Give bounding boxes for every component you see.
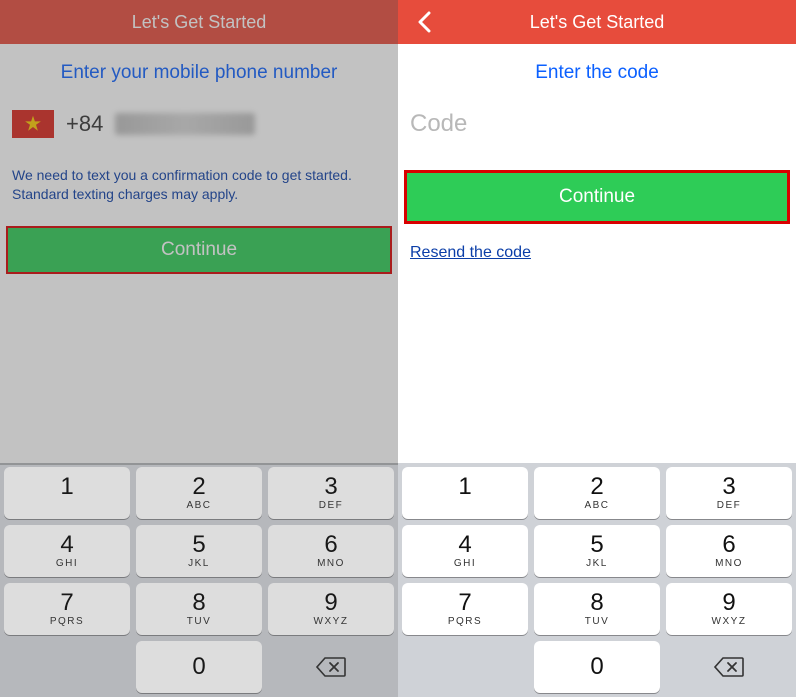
numeric-keypad: 1 2ABC3DEF 4GHI5JKL6MNO 7PQRS8TUV9WXYZ0 [398,463,796,697]
phone-entry-screen: Let's Get Started Enter your mobile phon… [0,0,398,697]
code-input[interactable]: Code [410,106,784,142]
content: Enter the code Code Continue Resend the … [398,44,796,697]
phone-number-redacted [115,113,255,135]
continue-button[interactable]: Continue [6,226,392,274]
prompt-text: Enter the code [398,44,796,106]
backspace-icon [316,656,346,678]
prompt-text: Enter your mobile phone number [0,44,398,106]
phone-input-row[interactable]: +84 [0,106,398,144]
header: Let's Get Started [398,0,796,44]
keypad-key-2[interactable]: 2ABC [534,467,660,519]
keypad-blank [4,641,130,693]
keypad-key-7[interactable]: 7PQRS [402,583,528,635]
star-icon [24,115,42,133]
keypad-blank [402,641,528,693]
header-title: Let's Get Started [530,12,665,33]
keypad-backspace[interactable] [268,641,394,693]
helper-text: We need to text you a confirmation code … [0,144,398,216]
keypad-key-1[interactable]: 1 [402,467,528,519]
keypad-backspace[interactable] [666,641,792,693]
header-title: Let's Get Started [132,12,267,33]
keypad-key-6[interactable]: 6MNO [268,525,394,577]
content: Enter your mobile phone number +84 We ne… [0,44,398,697]
country-flag-vietnam[interactable] [12,110,54,138]
keypad-key-7[interactable]: 7PQRS [4,583,130,635]
keypad-key-3[interactable]: 3DEF [268,467,394,519]
code-entry-screen: Let's Get Started Enter the code Code Co… [398,0,796,697]
keypad-key-4[interactable]: 4GHI [4,525,130,577]
keypad-key-3[interactable]: 3DEF [666,467,792,519]
keypad-key-5[interactable]: 5JKL [136,525,262,577]
backspace-icon [714,656,744,678]
keypad-key-8[interactable]: 8TUV [534,583,660,635]
back-button[interactable] [404,0,444,44]
chevron-left-icon [417,11,431,33]
resend-link[interactable]: Resend the code [398,224,796,282]
keypad-key-9[interactable]: 9WXYZ [268,583,394,635]
keypad-key-5[interactable]: 5JKL [534,525,660,577]
keypad-key-8[interactable]: 8TUV [136,583,262,635]
keypad-key-6[interactable]: 6MNO [666,525,792,577]
keypad-key-0[interactable]: 0 [534,641,660,693]
keypad-key-4[interactable]: 4GHI [402,525,528,577]
dial-code: +84 [66,111,103,137]
keypad-key-2[interactable]: 2ABC [136,467,262,519]
keypad-key-0[interactable]: 0 [136,641,262,693]
header: Let's Get Started [0,0,398,44]
continue-button[interactable]: Continue [404,170,790,224]
keypad-key-9[interactable]: 9WXYZ [666,583,792,635]
keypad-key-1[interactable]: 1 [4,467,130,519]
numeric-keypad: 1 2ABC3DEF 4GHI5JKL6MNO 7PQRS8TUV9WXYZ0 [0,463,398,697]
